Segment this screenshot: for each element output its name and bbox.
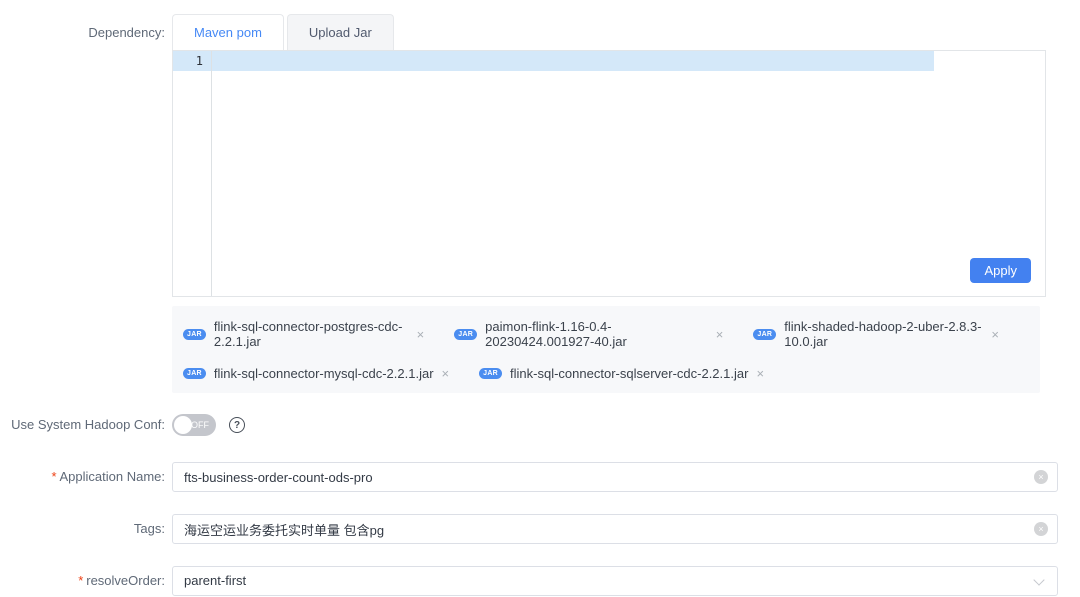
jar-dependency-tag: JAR flink-shaded-hadoop-2-uber-2.8.3-10.… <box>753 319 999 349</box>
dependency-label: Dependency: <box>0 14 165 40</box>
editor-line-number: 1 <box>173 51 212 71</box>
jar-row: JAR flink-sql-connector-mysql-cdc-2.2.1.… <box>183 366 1029 381</box>
jar-badge: JAR <box>454 329 477 340</box>
close-icon[interactable]: × <box>756 367 764 380</box>
jar-badge: JAR <box>183 368 206 379</box>
help-icon[interactable]: ? <box>229 417 245 433</box>
tags-label: Tags: <box>0 514 165 544</box>
dependency-row: Dependency: Maven pom Upload Jar 1 Apply <box>0 14 1080 393</box>
resolve-order-select[interactable]: parent-first <box>172 566 1058 596</box>
resolve-order-row: *resolveOrder: parent-first <box>0 566 1080 596</box>
apply-button[interactable]: Apply <box>970 258 1031 283</box>
tab-maven-pom[interactable]: Maven pom <box>172 14 284 50</box>
jar-dependency-list: JAR flink-sql-connector-postgres-cdc-2.2… <box>172 306 1040 393</box>
tags-row: Tags: × <box>0 514 1080 544</box>
close-icon[interactable]: × <box>991 328 999 341</box>
jar-badge: JAR <box>183 329 206 340</box>
hadoop-conf-row: Use System Hadoop Conf: OFF ? <box>0 414 1080 436</box>
jar-badge: JAR <box>479 368 502 379</box>
jar-row: JAR flink-sql-connector-postgres-cdc-2.2… <box>183 319 1029 349</box>
jar-dependency-tag: JAR paimon-flink-1.16-0.4-20230424.00192… <box>454 319 723 349</box>
jar-badge: JAR <box>753 329 776 340</box>
tags-input[interactable] <box>172 514 1058 544</box>
tab-upload-jar-label: Upload Jar <box>309 25 372 40</box>
application-form: Dependency: Maven pom Upload Jar 1 Apply <box>0 0 1080 597</box>
dependency-tabs: Maven pom Upload Jar <box>172 14 1080 50</box>
editor-selected-line <box>173 51 934 71</box>
jar-name: flink-sql-connector-sqlserver-cdc-2.2.1.… <box>510 366 748 381</box>
jar-dependency-tag: JAR flink-sql-connector-postgres-cdc-2.2… <box>183 319 424 349</box>
hadoop-conf-label: Use System Hadoop Conf: <box>0 414 165 436</box>
close-icon[interactable]: × <box>442 367 450 380</box>
tab-upload-jar[interactable]: Upload Jar <box>287 14 394 50</box>
resolve-order-label: resolveOrder: <box>86 573 165 588</box>
application-name-row: * Application Name: × <box>0 462 1080 492</box>
clear-icon[interactable]: × <box>1034 522 1048 536</box>
jar-name: flink-shaded-hadoop-2-uber-2.8.3-10.0.ja… <box>784 319 983 349</box>
required-marker: * <box>51 469 56 484</box>
close-icon[interactable]: × <box>417 328 425 341</box>
pom-editor[interactable]: 1 Apply <box>172 50 1046 297</box>
chevron-down-icon <box>1033 574 1044 585</box>
resolve-order-value: parent-first <box>184 573 246 588</box>
toggle-knob <box>174 416 192 434</box>
tab-maven-pom-label: Maven pom <box>194 25 262 40</box>
hadoop-conf-toggle[interactable]: OFF <box>172 414 216 436</box>
jar-name: flink-sql-connector-postgres-cdc-2.2.1.j… <box>214 319 409 349</box>
required-marker: * <box>78 573 83 588</box>
close-icon[interactable]: × <box>716 328 724 341</box>
jar-name: paimon-flink-1.16-0.4-20230424.001927-40… <box>485 319 708 349</box>
application-name-input[interactable] <box>172 462 1058 492</box>
jar-name: flink-sql-connector-mysql-cdc-2.2.1.jar <box>214 366 434 381</box>
toggle-state-label: OFF <box>191 414 209 436</box>
jar-dependency-tag: JAR flink-sql-connector-sqlserver-cdc-2.… <box>479 366 764 381</box>
jar-dependency-tag: JAR flink-sql-connector-mysql-cdc-2.2.1.… <box>183 366 449 381</box>
clear-icon[interactable]: × <box>1034 470 1048 484</box>
editor-gutter <box>173 51 212 296</box>
application-name-label: Application Name: <box>60 469 166 484</box>
